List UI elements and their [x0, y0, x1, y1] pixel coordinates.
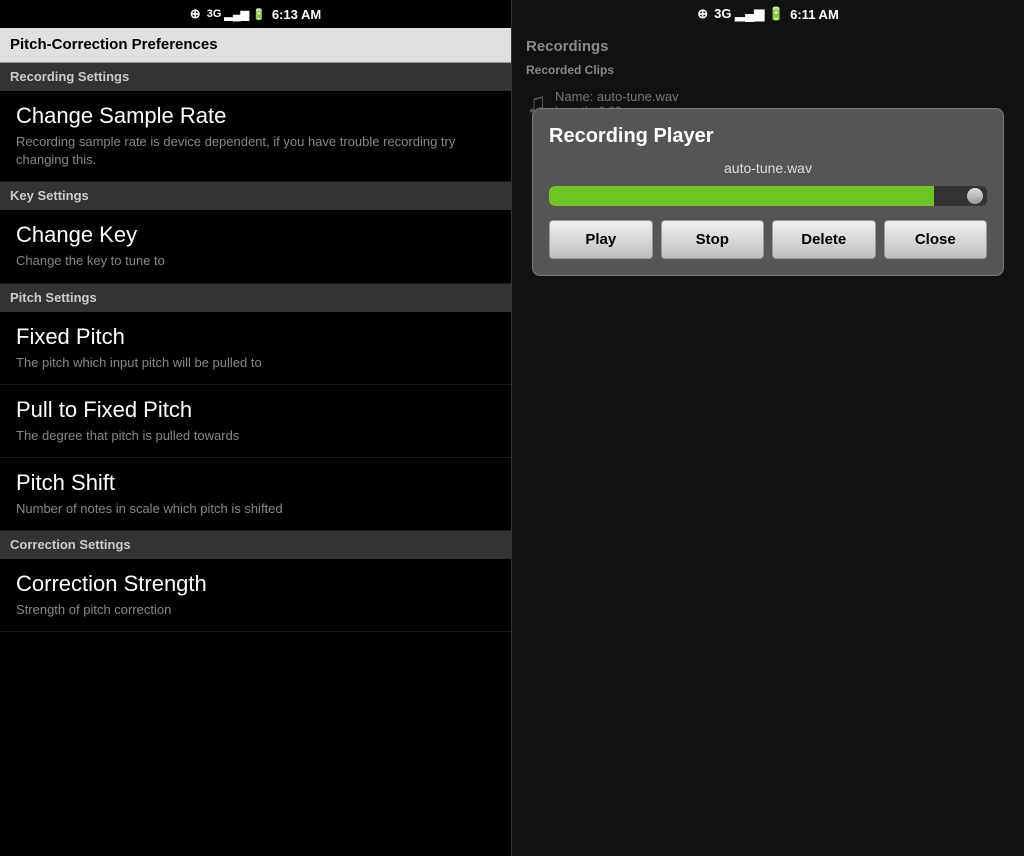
- progress-bar-fill: [549, 186, 934, 206]
- pref-item-pull-to-fixed[interactable]: Pull to Fixed Pitch The degree that pitc…: [0, 385, 511, 458]
- section-header-key: Key Settings: [0, 182, 511, 210]
- pref-desc-fixed-pitch: The pitch which input pitch will be pull…: [16, 354, 495, 372]
- progress-bar-container[interactable]: [549, 186, 987, 206]
- right-signal-bars: ▂▄▆: [735, 6, 764, 21]
- right-time: 6:11 AM: [790, 7, 839, 22]
- pref-title-change-key: Change Key: [16, 222, 495, 248]
- pref-item-sample-rate[interactable]: Change Sample Rate Recording sample rate…: [0, 91, 511, 182]
- section-header-correction: Correction Settings: [0, 531, 511, 559]
- pref-desc-pitch-shift: Number of notes in scale which pitch is …: [16, 500, 495, 518]
- pref-title-sample-rate: Change Sample Rate: [16, 103, 495, 129]
- app-title-bar: Pitch-Correction Preferences: [0, 28, 511, 63]
- dialog-filename: auto-tune.wav: [549, 160, 987, 176]
- pref-title-pull-to-fixed: Pull to Fixed Pitch: [16, 397, 495, 423]
- pref-desc-correction-strength: Strength of pitch correction: [16, 601, 495, 619]
- section-label-pitch: Pitch Settings: [10, 290, 97, 305]
- pref-title-fixed-pitch: Fixed Pitch: [16, 324, 495, 350]
- pref-title-pitch-shift: Pitch Shift: [16, 470, 495, 496]
- left-panel: ⊕ 3G ▂▄▆ 🔋 6:13 AM Pitch-Correction Pref…: [0, 0, 512, 856]
- left-status-bar: ⊕ 3G ▂▄▆ 🔋 6:13 AM: [0, 0, 511, 28]
- left-network-label: 3G: [207, 8, 222, 20]
- pref-title-correction-strength: Correction Strength: [16, 571, 495, 597]
- left-signal-icons: 3G ▂▄▆ 🔋: [207, 8, 266, 21]
- left-signal-bars: ▂▄▆: [224, 8, 249, 21]
- dialog-buttons: Play Stop Delete Close: [549, 220, 987, 259]
- right-panel: ⊕ 3G ▂▄▆ 🔋 6:11 AM Recordings Recorded C…: [512, 0, 1024, 856]
- pref-item-pitch-shift[interactable]: Pitch Shift Number of notes in scale whi…: [0, 458, 511, 531]
- section-label-key: Key Settings: [10, 188, 89, 203]
- progress-bar-thumb: [967, 188, 983, 204]
- dialog-title: Recording Player: [549, 125, 987, 148]
- stop-button[interactable]: Stop: [661, 220, 765, 259]
- right-battery-icon: 🔋: [768, 6, 784, 21]
- pref-desc-change-key: Change the key to tune to: [16, 252, 495, 270]
- left-gps-icon: ⊕: [190, 6, 201, 22]
- delete-button[interactable]: Delete: [772, 220, 876, 259]
- left-battery-icon: 🔋: [252, 8, 266, 21]
- right-status-bar: ⊕ 3G ▂▄▆ 🔋 6:11 AM: [512, 0, 1024, 28]
- pref-desc-sample-rate: Recording sample rate is device dependen…: [16, 133, 495, 169]
- right-content: Recordings Recorded Clips ♫ Name: auto-t…: [512, 28, 1024, 856]
- pref-item-fixed-pitch[interactable]: Fixed Pitch The pitch which input pitch …: [0, 312, 511, 385]
- right-signal-icons: 3G ▂▄▆ 🔋: [714, 6, 784, 22]
- left-time: 6:13 AM: [272, 7, 321, 22]
- app-title: Pitch-Correction Preferences: [10, 36, 218, 53]
- close-button[interactable]: Close: [884, 220, 988, 259]
- section-header-recording: Recording Settings: [0, 63, 511, 91]
- section-label-correction: Correction Settings: [10, 537, 131, 552]
- pref-desc-pull-to-fixed: The degree that pitch is pulled towards: [16, 427, 495, 445]
- recording-player-dialog: Recording Player auto-tune.wav Play Stop…: [532, 108, 1004, 276]
- right-network-label: 3G: [714, 6, 731, 21]
- section-header-pitch: Pitch Settings: [0, 284, 511, 312]
- recorded-clips-label: Recorded Clips: [526, 63, 1010, 77]
- pref-item-correction-strength[interactable]: Correction Strength Strength of pitch co…: [0, 559, 511, 632]
- play-button[interactable]: Play: [549, 220, 653, 259]
- right-gps-icon: ⊕: [697, 6, 708, 22]
- pref-item-change-key[interactable]: Change Key Change the key to tune to: [0, 210, 511, 283]
- section-label-recording: Recording Settings: [10, 69, 129, 84]
- autotune-name-label: Name: auto-tune.wav: [555, 89, 679, 104]
- right-page-title: Recordings: [526, 38, 1010, 55]
